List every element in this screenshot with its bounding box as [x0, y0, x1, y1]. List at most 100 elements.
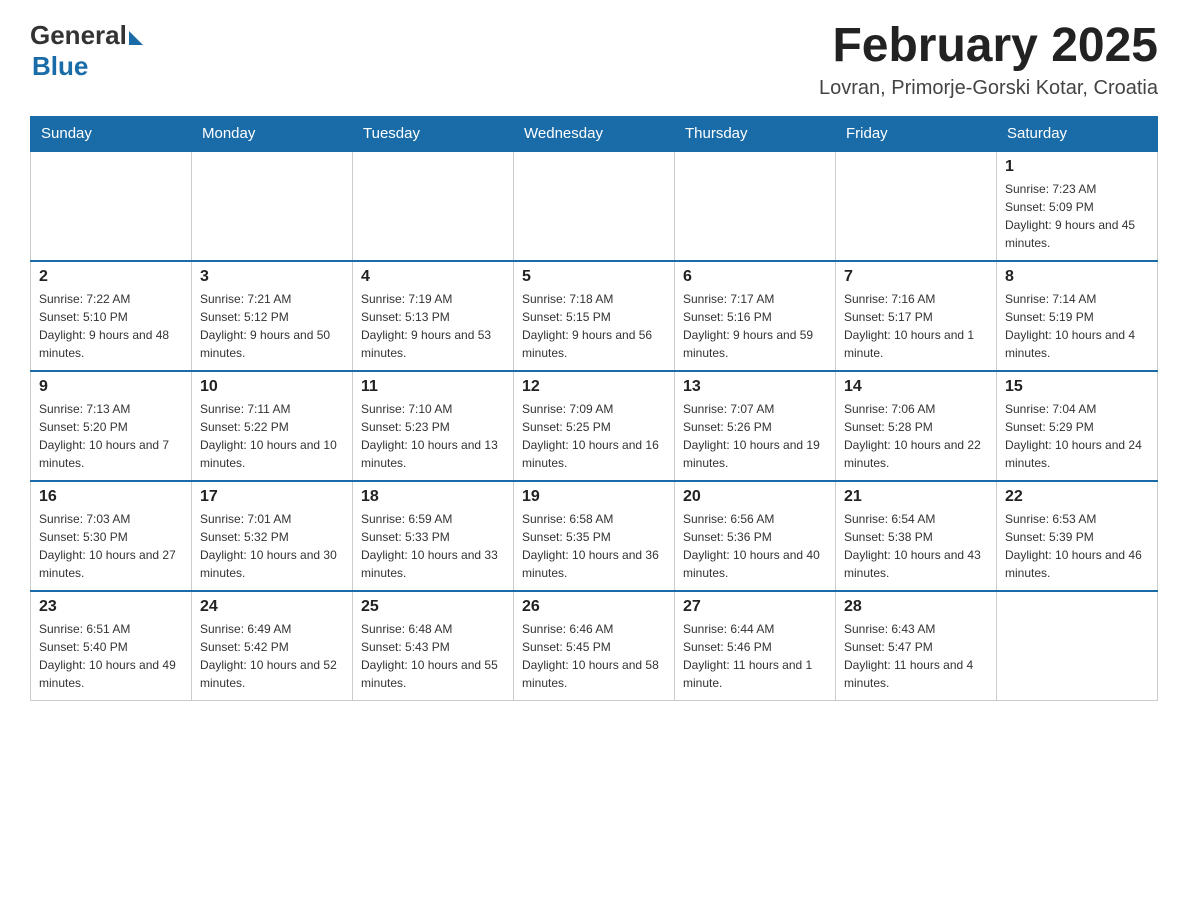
day-number: 8 [1005, 268, 1149, 286]
day-number: 5 [522, 268, 666, 286]
day-number: 4 [361, 268, 505, 286]
day-info: Sunrise: 7:09 AMSunset: 5:25 PMDaylight:… [522, 400, 666, 472]
calendar-day-cell [675, 151, 836, 261]
calendar-day-cell: 4 Sunrise: 7:19 AMSunset: 5:13 PMDaylight… [353, 261, 514, 371]
calendar-week-row: 16 Sunrise: 7:03 AMSunset: 5:30 PMDayligh… [31, 481, 1158, 591]
calendar-day-cell: 11 Sunrise: 7:10 AMSunset: 5:23 PMDayligh… [353, 371, 514, 481]
day-number: 22 [1005, 488, 1149, 506]
day-number: 11 [361, 378, 505, 396]
calendar-week-row: 1 Sunrise: 7:23 AMSunset: 5:09 PMDaylight… [31, 151, 1158, 261]
calendar-day-cell: 2Sunrise: 7:22 AMSunset: 5:10 PMDaylight… [31, 261, 192, 371]
calendar-table: SundayMondayTuesdayWednesdayThursdayFrid… [30, 116, 1158, 702]
weekday-header: Friday [836, 116, 997, 151]
calendar-day-cell: 14Sunrise: 7:06 AMSunset: 5:28 PMDayligh… [836, 371, 997, 481]
day-info: Sunrise: 7:16 AMSunset: 5:17 PMDaylight:… [844, 290, 988, 362]
day-info: Sunrise: 7:11 AMSunset: 5:22 PMDaylight:… [200, 400, 344, 472]
weekday-header: Thursday [675, 116, 836, 151]
day-number: 23 [39, 598, 183, 616]
day-number: 19 [522, 488, 666, 506]
day-number: 15 [1005, 378, 1149, 396]
calendar-day-cell: 28Sunrise: 6:43 AMSunset: 5:47 PMDayligh… [836, 591, 997, 701]
weekday-header: Tuesday [353, 116, 514, 151]
day-info: Sunrise: 6:58 AMSunset: 5:35 PMDaylight:… [522, 510, 666, 582]
calendar-day-cell [836, 151, 997, 261]
calendar-day-cell: 22Sunrise: 6:53 AMSunset: 5:39 PMDayligh… [997, 481, 1158, 591]
day-number: 6 [683, 268, 827, 286]
location-title: Lovran, Primorje-Gorski Kotar, Croatia [819, 77, 1158, 100]
day-info: Sunrise: 6:56 AMSunset: 5:36 PMDaylight:… [683, 510, 827, 582]
page-header: General Blue February 2025 Lovran, Primo… [30, 20, 1158, 100]
calendar-day-cell: 9 Sunrise: 7:13 AMSunset: 5:20 PMDaylight… [31, 371, 192, 481]
day-number: 14 [844, 378, 988, 396]
calendar-day-cell: 17 Sunrise: 7:01 AMSunset: 5:32 PMDayligh… [192, 481, 353, 591]
day-info: Sunrise: 7:18 AMSunset: 5:15 PMDaylight:… [522, 290, 666, 362]
day-info: Sunrise: 7:03 AMSunset: 5:30 PMDaylight:… [39, 510, 183, 582]
calendar-day-cell: 27 Sunrise: 6:44 AMSunset: 5:46 PMDayligh… [675, 591, 836, 701]
title-area: February 2025 Lovran, Primorje-Gorski Ko… [819, 20, 1158, 100]
day-info: Sunrise: 6:44 AMSunset: 5:46 PMDaylight:… [683, 620, 827, 692]
calendar-day-cell: 21 Sunrise: 6:54 AMSunset: 5:38 PMDayligh… [836, 481, 997, 591]
day-number: 26 [522, 598, 666, 616]
day-info: Sunrise: 7:07 AMSunset: 5:26 PMDaylight:… [683, 400, 827, 472]
calendar-day-cell: 18Sunrise: 6:59 AMSunset: 5:33 PMDayligh… [353, 481, 514, 591]
day-info: Sunrise: 7:21 AMSunset: 5:12 PMDaylight:… [200, 290, 344, 362]
day-number: 20 [683, 488, 827, 506]
day-number: 24 [200, 598, 344, 616]
day-number: 25 [361, 598, 505, 616]
day-number: 9 [39, 378, 183, 396]
logo-general-text: General [30, 20, 127, 51]
calendar-day-cell: 12 Sunrise: 7:09 AMSunset: 5:25 PMDayligh… [514, 371, 675, 481]
calendar-day-cell: 7 Sunrise: 7:16 AMSunset: 5:17 PMDaylight… [836, 261, 997, 371]
calendar-day-cell [31, 151, 192, 261]
day-info: Sunrise: 7:01 AMSunset: 5:32 PMDaylight:… [200, 510, 344, 582]
day-info: Sunrise: 7:17 AMSunset: 5:16 PMDaylight:… [683, 290, 827, 362]
day-info: Sunrise: 7:13 AMSunset: 5:20 PMDaylight:… [39, 400, 183, 472]
logo-blue-text: Blue [32, 51, 88, 82]
calendar-week-row: 2Sunrise: 7:22 AMSunset: 5:10 PMDaylight… [31, 261, 1158, 371]
day-number: 13 [683, 378, 827, 396]
day-info: Sunrise: 6:59 AMSunset: 5:33 PMDaylight:… [361, 510, 505, 582]
calendar-day-cell: 25Sunrise: 6:48 AMSunset: 5:43 PMDayligh… [353, 591, 514, 701]
calendar-day-cell: 8 Sunrise: 7:14 AMSunset: 5:19 PMDaylight… [997, 261, 1158, 371]
calendar-day-cell: 13 Sunrise: 7:07 AMSunset: 5:26 PMDayligh… [675, 371, 836, 481]
day-number: 3 [200, 268, 344, 286]
calendar-day-cell [514, 151, 675, 261]
calendar-week-row: 9 Sunrise: 7:13 AMSunset: 5:20 PMDaylight… [31, 371, 1158, 481]
calendar-day-cell [353, 151, 514, 261]
calendar-day-cell: 3 Sunrise: 7:21 AMSunset: 5:12 PMDaylight… [192, 261, 353, 371]
day-number: 16 [39, 488, 183, 506]
logo-arrow-icon [129, 31, 143, 45]
calendar-day-cell: 19 Sunrise: 6:58 AMSunset: 5:35 PMDayligh… [514, 481, 675, 591]
day-number: 12 [522, 378, 666, 396]
calendar-day-cell: 15 Sunrise: 7:04 AMSunset: 5:29 PMDayligh… [997, 371, 1158, 481]
logo: General Blue [30, 20, 143, 82]
day-info: Sunrise: 7:04 AMSunset: 5:29 PMDaylight:… [1005, 400, 1149, 472]
day-info: Sunrise: 7:14 AMSunset: 5:19 PMDaylight:… [1005, 290, 1149, 362]
calendar-header-row: SundayMondayTuesdayWednesdayThursdayFrid… [31, 116, 1158, 151]
weekday-header: Sunday [31, 116, 192, 151]
day-info: Sunrise: 6:49 AMSunset: 5:42 PMDaylight:… [200, 620, 344, 692]
day-number: 27 [683, 598, 827, 616]
day-info: Sunrise: 6:54 AMSunset: 5:38 PMDaylight:… [844, 510, 988, 582]
day-number: 7 [844, 268, 988, 286]
day-number: 17 [200, 488, 344, 506]
day-info: Sunrise: 6:43 AMSunset: 5:47 PMDaylight:… [844, 620, 988, 692]
weekday-header: Saturday [997, 116, 1158, 151]
day-info: Sunrise: 7:23 AMSunset: 5:09 PMDaylight:… [1005, 180, 1149, 252]
month-title: February 2025 [819, 20, 1158, 73]
day-number: 21 [844, 488, 988, 506]
day-info: Sunrise: 7:10 AMSunset: 5:23 PMDaylight:… [361, 400, 505, 472]
calendar-day-cell [997, 591, 1158, 701]
day-info: Sunrise: 6:46 AMSunset: 5:45 PMDaylight:… [522, 620, 666, 692]
calendar-day-cell: 23Sunrise: 6:51 AMSunset: 5:40 PMDayligh… [31, 591, 192, 701]
calendar-week-row: 23Sunrise: 6:51 AMSunset: 5:40 PMDayligh… [31, 591, 1158, 701]
day-number: 1 [1005, 158, 1149, 176]
calendar-day-cell: 24 Sunrise: 6:49 AMSunset: 5:42 PMDayligh… [192, 591, 353, 701]
day-info: Sunrise: 7:19 AMSunset: 5:13 PMDaylight:… [361, 290, 505, 362]
calendar-day-cell: 5 Sunrise: 7:18 AMSunset: 5:15 PMDaylight… [514, 261, 675, 371]
day-number: 10 [200, 378, 344, 396]
weekday-header: Monday [192, 116, 353, 151]
calendar-day-cell: 16 Sunrise: 7:03 AMSunset: 5:30 PMDayligh… [31, 481, 192, 591]
calendar-day-cell [192, 151, 353, 261]
calendar-day-cell: 26 Sunrise: 6:46 AMSunset: 5:45 PMDayligh… [514, 591, 675, 701]
